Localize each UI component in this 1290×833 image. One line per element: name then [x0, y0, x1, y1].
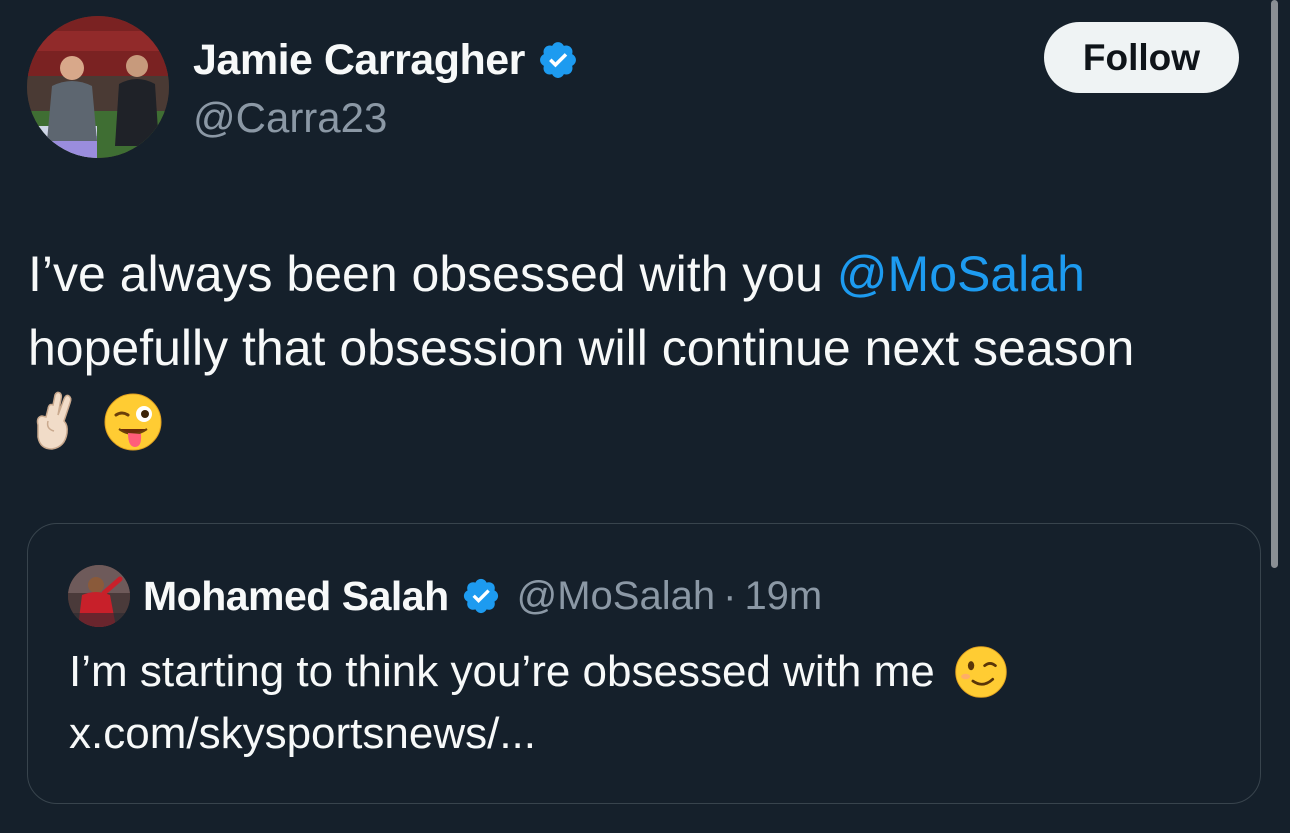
crossed-fingers-icon — [36, 391, 72, 450]
avatar-photo-icon — [27, 16, 169, 158]
quoted-header: Mohamed Salah @MoSalah · 19m — [143, 570, 822, 622]
mention-link[interactable]: @MoSalah — [837, 246, 1085, 302]
scrollbar-thumb[interactable] — [1271, 0, 1278, 568]
quoted-text-line-1: I’m starting to think you’re obsessed wi… — [69, 641, 1219, 703]
author-name-row: Jamie Carragher — [193, 34, 579, 86]
avatar-photo-icon — [68, 565, 130, 627]
tweet-emojis — [30, 387, 164, 457]
dot-separator: · — [723, 573, 737, 618]
author-name[interactable]: Jamie Carragher — [193, 36, 525, 85]
author-avatar[interactable] — [27, 16, 169, 158]
winking-face-icon — [954, 646, 1007, 698]
quoted-tweet-text: I’m starting to think you’re obsessed wi… — [69, 641, 1219, 765]
quoted-text: I’m starting to think you’re obsessed wi… — [69, 647, 935, 696]
follow-button[interactable]: Follow — [1044, 22, 1239, 93]
tweet-text-line-1: I’ve always been obsessed with you @MoSa… — [28, 237, 1258, 311]
quoted-author-avatar[interactable] — [68, 565, 130, 627]
winking-face-with-tongue-icon — [104, 393, 162, 451]
tweet-text-line-2: hopefully that obsession will continue n… — [28, 320, 1135, 376]
author-handle[interactable]: @Carra23 — [193, 94, 387, 142]
verified-badge-icon[interactable] — [537, 39, 579, 81]
tweet-text-pre: I’ve always been obsessed with you — [28, 246, 837, 302]
quoted-link[interactable]: x.com/skysportsnews/... — [69, 703, 536, 765]
verified-badge-icon[interactable] — [461, 576, 501, 616]
quoted-text-line-2: x.com/skysportsnews/... — [69, 703, 1219, 765]
quoted-tweet-card[interactable]: Mohamed Salah @MoSalah · 19m I’m startin… — [27, 523, 1261, 804]
tweet-text: I’ve always been obsessed with you @MoSa… — [28, 237, 1258, 385]
tweet: Jamie Carragher @Carra23 Follow I’ve alw… — [0, 0, 1290, 833]
quoted-author-name[interactable]: Mohamed Salah — [143, 573, 449, 620]
quoted-timestamp[interactable]: 19m — [744, 574, 822, 619]
quoted-author-handle[interactable]: @MoSalah — [517, 574, 715, 619]
